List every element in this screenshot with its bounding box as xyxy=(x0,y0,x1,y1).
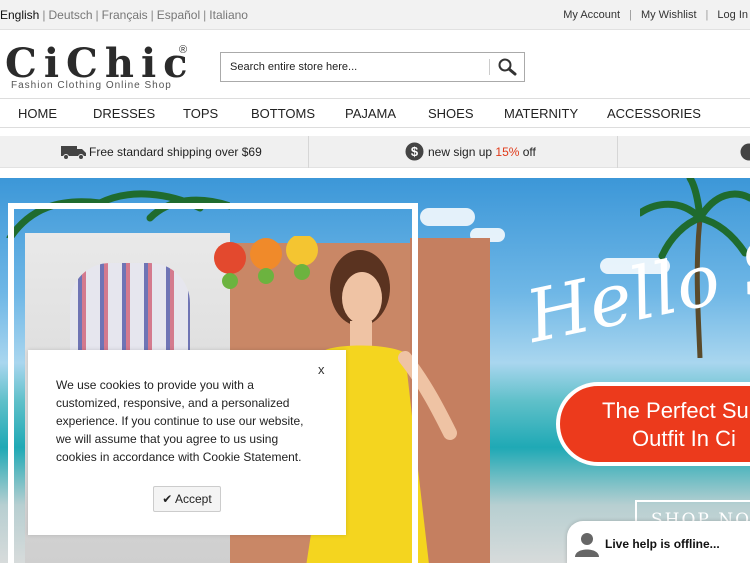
nav-maternity[interactable]: MATERNITY xyxy=(504,106,578,121)
nav-pajama[interactable]: PAJAMA xyxy=(345,106,396,121)
log-in-link[interactable]: Log In xyxy=(717,9,748,21)
nav-bottoms[interactable]: BOTTOMS xyxy=(251,106,315,121)
signup-prefix: new sign up xyxy=(428,145,496,159)
live-help-widget[interactable]: Live help is offline... xyxy=(567,521,750,563)
search-button[interactable] xyxy=(493,55,523,79)
separator: | xyxy=(203,8,207,22)
banner-tagline-line2: Outfit In Ci xyxy=(632,426,736,451)
dollar-circle-icon: $ xyxy=(405,142,424,161)
live-help-status: Live help is offline... xyxy=(605,537,720,551)
separator: | xyxy=(95,8,99,22)
my-account-link[interactable]: My Account xyxy=(563,9,620,21)
nav-dresses[interactable]: DRESSES xyxy=(93,106,155,121)
language-english[interactable]: English xyxy=(0,8,39,22)
my-wishlist-link[interactable]: My Wishlist xyxy=(641,9,697,21)
banner-tagline-line1: The Perfect Su xyxy=(602,398,749,423)
site-logo[interactable]: CiChic ® Fashion Clothing Online Shop xyxy=(5,44,190,94)
logo-wordmark: CiChic xyxy=(5,40,195,87)
signup-text: new sign up 15% off xyxy=(428,145,536,159)
search-icon xyxy=(498,58,517,76)
language-francais[interactable]: Français xyxy=(102,8,148,22)
promo-divider xyxy=(617,136,618,168)
separator: | xyxy=(705,9,709,21)
svg-text:$: $ xyxy=(411,144,419,159)
signup-suffix: off xyxy=(519,145,536,159)
partial-promo-icon xyxy=(740,143,750,161)
signup-promo[interactable]: $ new sign up 15% off xyxy=(309,136,617,168)
nav-tops[interactable]: TOPS xyxy=(183,106,218,121)
free-shipping-text: Free standard shipping over $69 xyxy=(89,145,262,159)
search-box xyxy=(220,52,525,82)
language-switcher: English | Deutsch | Français | Español | Italian… xyxy=(0,8,248,22)
signup-discount: 15% xyxy=(495,145,520,159)
logo-tagline: Fashion Clothing Online Shop xyxy=(11,80,172,91)
person-icon xyxy=(575,533,599,557)
separator: | xyxy=(150,8,154,22)
banner-tagline-pill: The Perfect Su Outfit In Ci xyxy=(556,382,750,466)
language-italiano[interactable]: Italiano xyxy=(209,8,248,22)
language-deutsch[interactable]: Deutsch xyxy=(48,8,92,22)
nav-accessories[interactable]: ACCESSORIES xyxy=(607,106,701,121)
nav-home[interactable]: HOME xyxy=(18,106,57,121)
truck-icon xyxy=(61,146,86,160)
account-links: My Account | My Wishlist | Log In xyxy=(563,9,748,21)
nav-shoes[interactable]: SHOES xyxy=(428,106,474,121)
search-divider xyxy=(489,59,490,75)
language-espanol[interactable]: Español xyxy=(157,8,200,22)
free-shipping-promo[interactable]: Free standard shipping over $69 xyxy=(0,136,308,168)
cloud-decoration xyxy=(420,208,475,226)
cookie-message: We use cookies to provide you with a cus… xyxy=(56,378,304,464)
separator: | xyxy=(629,9,632,21)
main-navigation: HOME DRESSES TOPS BOTTOMS PAJAMA SHOES M… xyxy=(0,98,750,128)
logo-registered-mark: ® xyxy=(179,44,188,56)
promo-bar: Free standard shipping over $69 $ new si… xyxy=(0,136,750,168)
search-input[interactable] xyxy=(221,53,489,81)
accept-cookies-button[interactable]: ✔ Accept xyxy=(153,486,221,512)
close-icon[interactable]: x xyxy=(318,362,325,377)
top-utility-bar: English | Deutsch | Français | Español | Italian… xyxy=(0,0,750,30)
cookie-consent-dialog: x We use cookies to provide you with a c… xyxy=(28,350,346,535)
